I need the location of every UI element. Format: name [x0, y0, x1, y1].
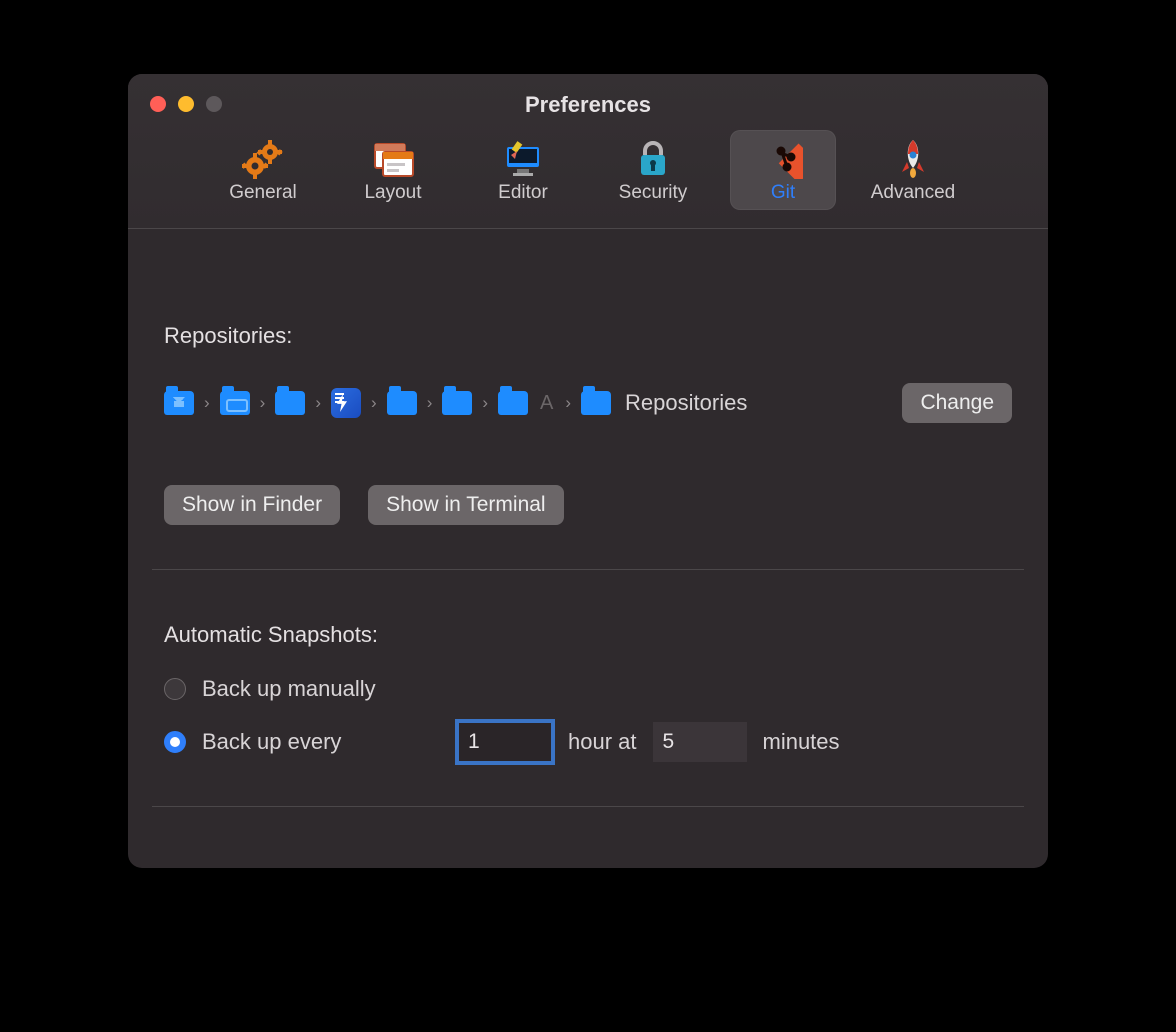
- tab-editor[interactable]: Editor: [470, 130, 576, 210]
- tab-label: Security: [600, 182, 706, 204]
- tab-advanced[interactable]: Advanced: [860, 130, 966, 210]
- chevron-right-icon: ›: [565, 393, 571, 413]
- radio-backup-manual-row[interactable]: Back up manually: [164, 676, 1012, 702]
- preferences-body: Repositories: › › › › › › A › Repositori…: [128, 323, 1048, 868]
- folder-icon[interactable]: [275, 391, 305, 415]
- radio-backup-every-row[interactable]: Back up every hour at minutes: [164, 722, 1012, 762]
- chevron-right-icon: ›: [260, 393, 266, 413]
- repositories-heading: Repositories:: [164, 323, 1012, 349]
- tab-label: Advanced: [860, 182, 966, 204]
- folder-icon[interactable]: [387, 391, 417, 415]
- radio-label: Back up every: [202, 729, 442, 755]
- minutes-label: minutes: [763, 729, 840, 755]
- tab-label: General: [210, 182, 316, 204]
- preferences-window: Preferences: [128, 74, 1048, 868]
- path-leaf-label: Repositories: [625, 390, 747, 416]
- backup-minutes-input[interactable]: [653, 722, 747, 762]
- tab-label: Git: [730, 182, 836, 204]
- chevron-right-icon: ›: [482, 393, 488, 413]
- app-icon[interactable]: [331, 388, 361, 418]
- radio-label: Back up manually: [202, 676, 376, 702]
- divider: [152, 569, 1024, 570]
- gears-icon: [210, 138, 316, 180]
- window-title: Preferences: [128, 92, 1048, 118]
- tab-security[interactable]: Security: [600, 130, 706, 210]
- rocket-icon: [860, 138, 966, 180]
- folder-home-icon[interactable]: [164, 391, 194, 415]
- snapshots-heading: Automatic Snapshots:: [164, 622, 1012, 648]
- folder-icon[interactable]: [498, 391, 528, 415]
- backup-hours-input[interactable]: [458, 722, 552, 762]
- tab-general[interactable]: General: [210, 130, 316, 210]
- chevron-right-icon: ›: [315, 393, 321, 413]
- folder-icon[interactable]: [581, 391, 611, 415]
- tab-layout[interactable]: Layout: [340, 130, 446, 210]
- toolbar-tabs: General Layout: [128, 130, 1048, 210]
- tab-label: Layout: [340, 182, 446, 204]
- show-in-finder-button[interactable]: Show in Finder: [164, 485, 340, 525]
- tab-label: Editor: [470, 182, 576, 204]
- titlebar: Preferences: [128, 74, 1048, 229]
- chevron-right-icon: ›: [204, 393, 210, 413]
- change-button[interactable]: Change: [902, 383, 1012, 423]
- lock-icon: [600, 138, 706, 180]
- tab-git[interactable]: Git: [730, 130, 836, 210]
- folder-icon[interactable]: [442, 391, 472, 415]
- git-icon: [730, 138, 836, 180]
- radio-backup-manual[interactable]: [164, 678, 186, 700]
- folder-icon[interactable]: [220, 391, 250, 415]
- show-in-terminal-button[interactable]: Show in Terminal: [368, 485, 564, 525]
- chevron-right-icon: ›: [427, 393, 433, 413]
- monitor-brush-icon: [470, 138, 576, 180]
- repositories-path: › › › › › › A › Repositories Change: [164, 383, 1012, 423]
- dimmed-path-segment: A: [540, 392, 553, 415]
- divider: [152, 806, 1024, 807]
- windows-icon: [340, 138, 446, 180]
- chevron-right-icon: ›: [371, 393, 377, 413]
- radio-backup-every[interactable]: [164, 731, 186, 753]
- hour-at-label: hour at: [568, 729, 637, 755]
